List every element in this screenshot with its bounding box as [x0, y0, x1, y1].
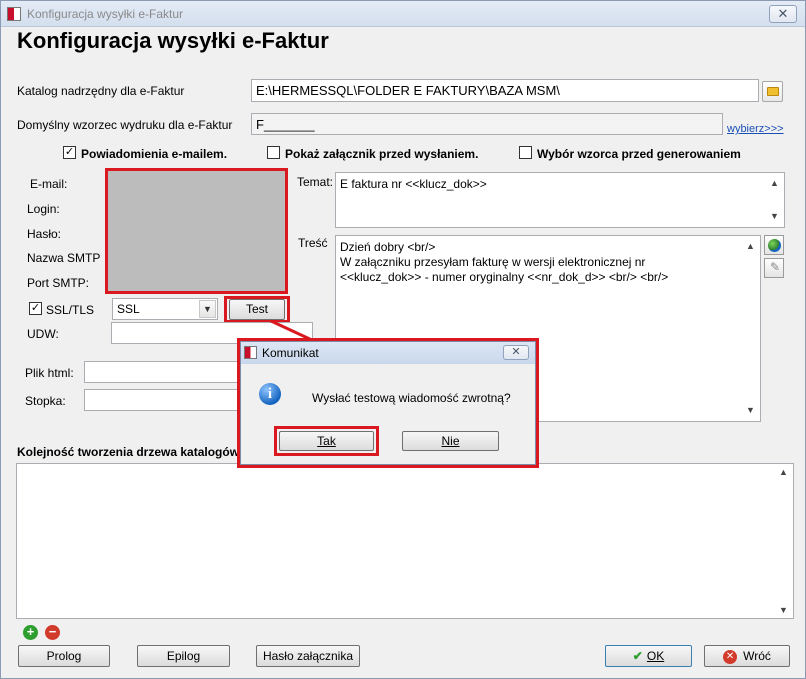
pencil-icon: ✎ — [770, 260, 781, 274]
edit-button[interactable]: ✎ — [764, 258, 784, 278]
footer-field[interactable] — [84, 389, 244, 411]
add-icon[interactable]: + — [23, 625, 38, 640]
email-notify-label: Powiadomienia e-mailem. — [81, 147, 228, 161]
yes-label: Tak — [317, 434, 336, 448]
title-bar[interactable]: Konfiguracja wysyłki e-Faktur ✕ — [1, 1, 805, 27]
show-attachment-label: Pokaż załącznik przed wysłaniem. — [285, 147, 479, 161]
config-window: Konfiguracja wysyłki e-Faktur ✕ Konfigur… — [0, 0, 806, 679]
back-label: Wróć — [743, 649, 771, 663]
email-notify-checkbox[interactable]: ✓ — [63, 146, 76, 159]
yes-button[interactable]: Tak — [279, 431, 374, 451]
page-title: Konfiguracja wysyłki e-Faktur — [17, 28, 329, 53]
scroll-down-icon[interactable]: ▼ — [770, 209, 779, 224]
ssl-select-value: SSL — [117, 302, 140, 316]
template-label: Domyślny wzorzec wydruku dla e-Faktur — [17, 118, 233, 132]
app-icon — [7, 7, 21, 21]
close-icon[interactable]: ✕ — [503, 345, 529, 360]
dialog-title-bar[interactable]: Komunikat ✕ — [241, 342, 535, 364]
template-field[interactable]: F_______ — [251, 113, 723, 135]
show-attachment-checkbox[interactable] — [267, 146, 280, 159]
smtp-port-label: Port SMTP: — [27, 276, 90, 290]
remove-icon[interactable]: − — [45, 625, 60, 640]
ok-label: OK — [646, 649, 665, 663]
email-label: E-mail: — [30, 177, 68, 191]
body-line: W załączniku przesyłam fakturę w wersji … — [340, 255, 646, 269]
tree-order-label: Kolejność tworzenia drzewa katalogów — [17, 445, 240, 459]
body-scrollbar[interactable]: ▲ ▼ — [743, 237, 759, 420]
html-file-label: Plik html: — [25, 366, 74, 380]
choose-template-link[interactable]: wybierz>>> — [727, 123, 784, 135]
globe-icon — [768, 239, 781, 252]
scroll-down-icon[interactable]: ▼ — [746, 403, 755, 418]
login-label: Login: — [27, 202, 60, 216]
catalog-field[interactable]: E:\HERMESSQL\FOLDER E FAKTURY\BAZA MSM\ — [251, 79, 759, 102]
test-button[interactable]: Test — [229, 299, 285, 320]
checkmark-icon: ✔ — [632, 649, 643, 663]
ssl-select[interactable]: SSL ▼ — [112, 298, 218, 320]
body-line: <<klucz_dok>> - numer oryginalny <<nr_do… — [340, 270, 669, 284]
subject-label: Temat: — [297, 175, 334, 189]
tree-scrollbar[interactable]: ▲ ▼ — [776, 465, 792, 617]
dialog-message: Wysłać testową wiadomość zwrotną? — [312, 391, 511, 405]
scroll-down-icon[interactable]: ▼ — [779, 605, 788, 615]
ssl-checkbox[interactable]: ✓ — [29, 302, 42, 315]
footer-label: Stopka: — [25, 394, 66, 408]
udw-label: UDW: — [27, 327, 59, 341]
smtp-name-label: Nazwa SMTP — [27, 251, 101, 265]
no-button[interactable]: Nie — [402, 431, 499, 451]
no-label: Nie — [441, 434, 460, 448]
info-icon: i — [259, 383, 281, 405]
cancel-icon: ✕ — [723, 649, 738, 664]
ok-button[interactable]: ✔ OK — [605, 645, 692, 667]
choose-template-checkbox[interactable] — [519, 146, 532, 159]
epilog-button[interactable]: Epilog — [137, 645, 230, 667]
subject-text: E faktura nr <<klucz_dok>> — [340, 177, 487, 191]
prolog-button[interactable]: Prolog — [18, 645, 110, 667]
dialog-title: Komunikat — [262, 346, 319, 360]
body-label: Treść — [298, 236, 328, 250]
subject-scrollbar[interactable]: ▲ ▼ — [767, 174, 783, 226]
back-button[interactable]: ✕ Wróć — [704, 645, 790, 667]
message-dialog: Komunikat ✕ i Wysłać testową wiadomość z… — [240, 341, 536, 465]
subject-field[interactable]: E faktura nr <<klucz_dok>> ▲ ▼ — [335, 172, 785, 228]
body-line: Dzień dobry <br/> — [340, 240, 436, 254]
close-icon[interactable]: ✕ — [769, 5, 797, 23]
browse-folder-button[interactable] — [762, 81, 783, 102]
scroll-up-icon[interactable]: ▲ — [770, 176, 779, 191]
chevron-down-icon[interactable]: ▼ — [199, 300, 216, 318]
choose-template-label: Wybór wzorca przed generowaniem — [537, 147, 741, 161]
tree-order-list[interactable]: ▲ ▼ — [16, 463, 794, 619]
dialog-highlight: Komunikat ✕ i Wysłać testową wiadomość z… — [237, 338, 539, 468]
folder-icon — [767, 87, 779, 96]
password-label: Hasło: — [27, 227, 62, 241]
globe-button[interactable] — [764, 235, 784, 255]
redacted-credentials — [105, 168, 288, 294]
attachment-password-button[interactable]: Hasło załącznika — [256, 645, 360, 667]
catalog-label: Katalog nadrzędny dla e-Faktur — [17, 84, 185, 98]
html-file-field[interactable] — [84, 361, 244, 383]
scroll-up-icon[interactable]: ▲ — [779, 467, 788, 477]
app-icon — [244, 346, 257, 359]
scroll-up-icon[interactable]: ▲ — [746, 239, 755, 254]
window-title: Konfiguracja wysyłki e-Faktur — [27, 7, 184, 21]
ssl-label: SSL/TLS — [46, 303, 95, 317]
